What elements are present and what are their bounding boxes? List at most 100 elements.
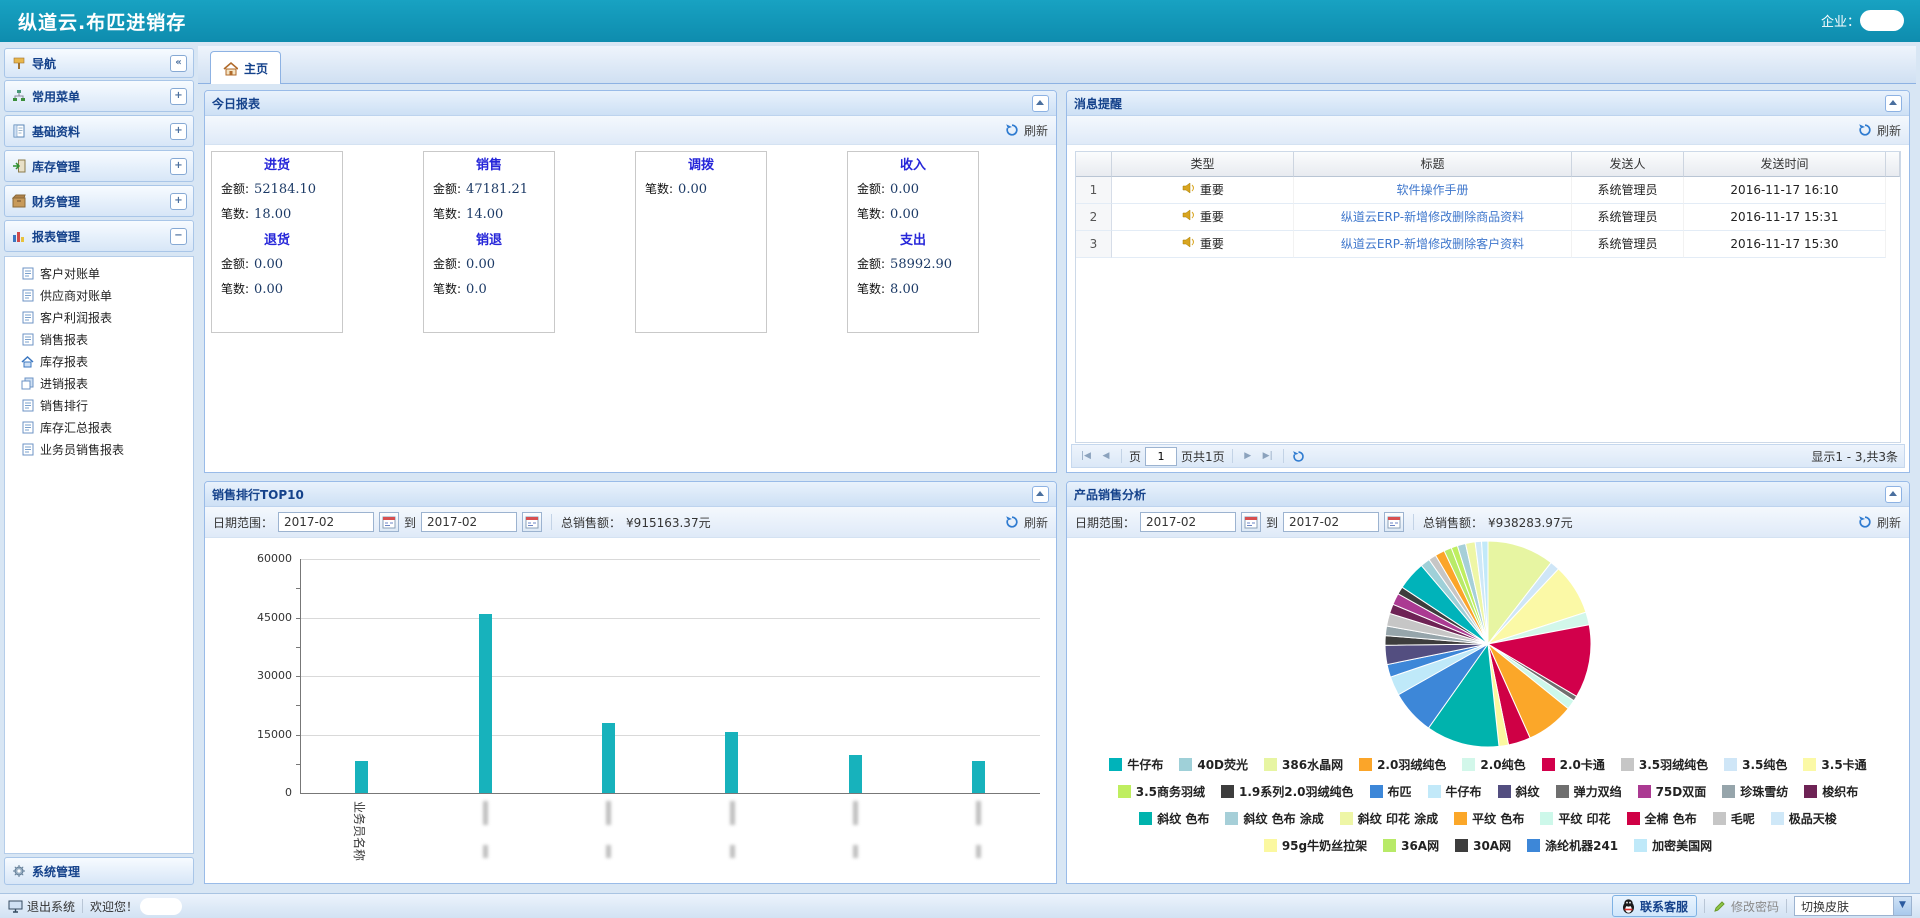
sidebar-section-5[interactable]: 报表管理 − (4, 220, 194, 252)
legend-item[interactable]: 2.0纯色 (1462, 756, 1526, 773)
tab-home[interactable]: 主页 (210, 51, 282, 85)
expand-toggle-button[interactable]: − (170, 227, 187, 245)
calendar-icon[interactable] (379, 512, 400, 532)
first-page-button[interactable]: |◀ (1078, 448, 1094, 464)
legend-item[interactable]: 平纹 色布 (1454, 810, 1524, 827)
sidebar-collapse-icon[interactable]: « (170, 54, 187, 72)
prev-page-button[interactable]: ◀ (1098, 448, 1114, 464)
legend-item[interactable]: 毛呢 (1712, 810, 1755, 827)
tree-item[interactable]: 销售排行 (5, 394, 193, 416)
collapse-icon[interactable] (1885, 485, 1902, 503)
message-title-link[interactable]: 纵道云ERP-新增修改删除商品资料 (1294, 204, 1572, 231)
expand-toggle-button[interactable]: + (170, 157, 187, 175)
legend-item[interactable]: 3.5商务羽绒 (1117, 783, 1205, 800)
message-title-link[interactable]: 纵道云ERP-新增修改删除客户资料 (1294, 231, 1572, 258)
legend-item[interactable]: 40D荧光 (1179, 756, 1248, 773)
y-axis-tick-label: 45000 (257, 610, 292, 624)
card-group-title[interactable]: 销退 (424, 230, 554, 252)
legend-item[interactable]: 珍珠雪纺 (1722, 783, 1788, 800)
column-header[interactable]: 发送人 (1572, 152, 1684, 177)
column-header[interactable] (1076, 152, 1112, 177)
expand-toggle-button[interactable]: + (170, 122, 187, 140)
legend-item[interactable]: 95g牛奶丝拉架 (1263, 837, 1367, 854)
date-from-input[interactable]: 2017-02 (1140, 512, 1237, 532)
message-row[interactable]: 1 重要 软件操作手册 系统管理员 2016-11-17 16:10 (1076, 177, 1900, 204)
refresh-button[interactable]: 刷新 (1005, 514, 1048, 531)
legend-item[interactable]: 386水晶网 (1264, 756, 1343, 773)
legend-item[interactable]: 平纹 印花 (1540, 810, 1611, 827)
tree-item[interactable]: 进销报表 (5, 372, 193, 394)
card-group-title[interactable]: 进货 (212, 155, 342, 177)
legend-item[interactable]: 涤纶机器241 (1527, 837, 1618, 854)
last-page-button[interactable]: ▶| (1260, 448, 1276, 464)
expand-toggle-button[interactable]: + (170, 192, 187, 210)
message-title-link[interactable]: 软件操作手册 (1294, 177, 1572, 204)
tree-item[interactable]: 库存汇总报表 (5, 416, 193, 438)
collapse-icon[interactable] (1032, 485, 1049, 503)
column-header[interactable]: 标题 (1294, 152, 1572, 177)
refresh-button[interactable]: 刷新 (1858, 122, 1901, 139)
legend-item[interactable]: 加密美国网 (1634, 837, 1712, 854)
message-row[interactable]: 3 重要 纵道云ERP-新增修改删除客户资料 系统管理员 2016-11-17 15:… (1076, 231, 1900, 258)
card-group-title[interactable]: 支出 (848, 230, 978, 252)
sidebar-section-3[interactable]: 库存管理 + (4, 150, 194, 182)
legend-item[interactable]: 2.0卡通 (1541, 756, 1605, 773)
sidebar-section-4[interactable]: 财务管理 + (4, 185, 194, 217)
legend-item[interactable]: 布匹 (1369, 783, 1412, 800)
tree-item[interactable]: 销售报表 (5, 328, 193, 350)
tree-item[interactable]: 客户对账单 (5, 262, 193, 284)
card-group-title[interactable]: 调拨 (636, 155, 766, 177)
message-row[interactable]: 2 重要 纵道云ERP-新增修改删除商品资料 系统管理员 2016-11-17 15:… (1076, 204, 1900, 231)
card-group-title[interactable]: 收入 (848, 155, 978, 177)
switch-skin-select[interactable]: 切换皮肤 ▼ (1794, 896, 1912, 916)
legend-item[interactable]: 3.5纯色 (1724, 756, 1787, 773)
calendar-icon[interactable] (1241, 512, 1262, 532)
legend-item[interactable]: 1.9系列2.0羽绒纯色 (1220, 783, 1354, 800)
legend-item[interactable]: 3.5卡通 (1803, 756, 1867, 773)
date-to-input[interactable]: 2017-02 (1283, 512, 1380, 532)
column-header[interactable]: 发送时间 (1684, 152, 1886, 177)
sidebar-section-1[interactable]: 常用菜单 + (4, 80, 194, 112)
expand-toggle-button[interactable]: + (170, 87, 187, 105)
x-axis-illegible-label (729, 801, 735, 825)
refresh-button[interactable]: 刷新 (1858, 514, 1901, 531)
change-password-button[interactable]: 修改密码 (1712, 898, 1779, 915)
calendar-icon[interactable] (1384, 512, 1405, 532)
legend-item[interactable]: 30A网 (1455, 837, 1511, 854)
legend-item[interactable]: 3.5羽绒纯色 (1620, 756, 1708, 773)
next-page-button[interactable]: ▶ (1240, 448, 1256, 464)
sidebar-section-2[interactable]: 基础资料 + (4, 115, 194, 147)
page-number-input[interactable] (1145, 446, 1178, 466)
legend-item[interactable]: 2.0羽绒纯色 (1359, 756, 1446, 773)
tree-item[interactable]: 客户利润报表 (5, 306, 193, 328)
collapse-icon[interactable] (1032, 94, 1049, 112)
logout-button[interactable]: 退出系统 (8, 898, 75, 915)
legend-item[interactable]: 弹力双绉 (1555, 783, 1622, 800)
legend-item[interactable]: 牛仔布 (1427, 783, 1482, 800)
legend-item[interactable]: 斜纹 色布 涂成 (1225, 810, 1324, 827)
x-axis-illegible-label (483, 845, 488, 858)
collapse-icon[interactable] (1885, 94, 1902, 112)
legend-item[interactable]: 极品天梭 (1770, 810, 1837, 827)
refresh-button[interactable]: 刷新 (1005, 122, 1048, 139)
legend-item[interactable]: 斜纹 (1497, 783, 1540, 800)
date-to-input[interactable]: 2017-02 (421, 512, 518, 532)
legend-item[interactable]: 斜纹 色布 (1139, 810, 1209, 827)
sidebar-section-system[interactable]: 系统管理 (4, 857, 194, 885)
legend-item[interactable]: 斜纹 印花 涂成 (1339, 810, 1438, 827)
refresh-icon[interactable] (1291, 449, 1306, 464)
legend-item[interactable]: 全棉 色布 (1626, 810, 1697, 827)
tree-item[interactable]: 供应商对账单 (5, 284, 193, 306)
legend-item[interactable]: 36A网 (1383, 837, 1439, 854)
legend-item[interactable]: 75D双面 (1637, 783, 1706, 800)
tree-item[interactable]: 业务员销售报表 (5, 438, 193, 460)
legend-item[interactable]: 梭织布 (1804, 783, 1858, 800)
contact-support-button[interactable]: 联系客服 (1611, 895, 1697, 917)
card-group-title[interactable]: 退货 (212, 230, 342, 252)
card-group-title[interactable]: 销售 (424, 155, 554, 177)
calendar-icon[interactable] (522, 512, 543, 532)
tree-item[interactable]: 库存报表 (5, 350, 193, 372)
legend-item[interactable]: 牛仔布 (1109, 756, 1163, 773)
column-header[interactable]: 类型 (1112, 152, 1294, 177)
date-from-input[interactable]: 2017-02 (278, 512, 375, 532)
